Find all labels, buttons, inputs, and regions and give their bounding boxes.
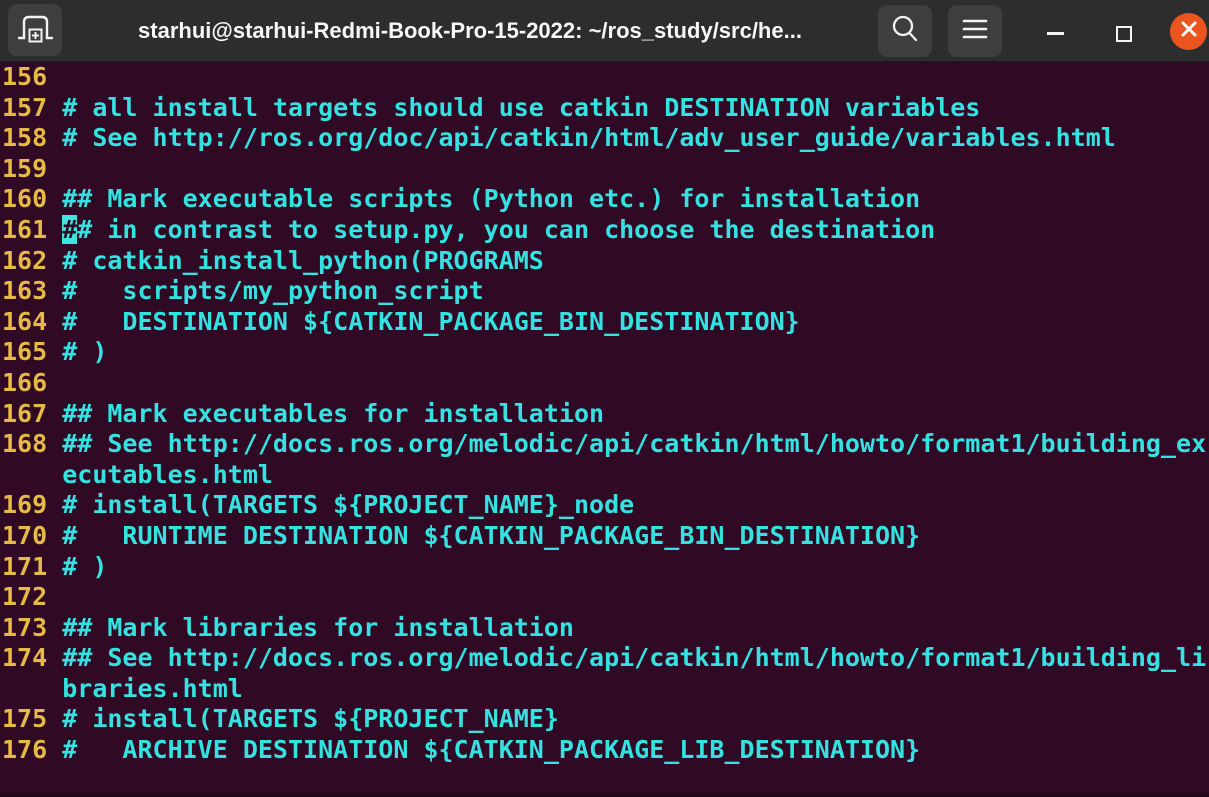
line-text: # install(TARGETS ${PROJECT_NAME} [62, 704, 559, 734]
menu-button[interactable] [948, 5, 1002, 57]
editor-row: 161 ## in contrast to setup.py, you can … [2, 214, 1209, 246]
line-number: 173 [2, 612, 63, 642]
line-number: 161 [2, 214, 63, 244]
minimize-button[interactable] [1047, 32, 1064, 35]
editor-rows: 156 157 # all install targets should use… [2, 62, 1209, 766]
editor-row: 173 ## Mark libraries for installation [2, 613, 1209, 644]
line-number: 157 [2, 92, 63, 122]
editor-row: 165 # ) [2, 337, 1209, 368]
editor-row: 167 ## Mark executables for installation [2, 399, 1209, 430]
terminal-content[interactable]: 156 157 # all install targets should use… [0, 62, 1209, 797]
line-text: ## Mark libraries for installation [62, 612, 574, 642]
line-text: # install(TARGETS ${PROJECT_NAME}_node [62, 490, 635, 520]
new-tab-icon [15, 11, 55, 50]
line-text: braries.html [62, 673, 243, 703]
line-number: 160 [2, 184, 63, 214]
editor-row: 162 # catkin_install_python(PROGRAMS [2, 246, 1209, 277]
line-number: 156 [2, 62, 63, 91]
hamburger-menu-icon [960, 16, 990, 47]
editor-row: 164 # DESTINATION ${CATKIN_PACKAGE_BIN_D… [2, 307, 1209, 338]
line-text: # RUNTIME DESTINATION ${CATKIN_PACKAGE_B… [62, 520, 921, 550]
editor-row: 170 # RUNTIME DESTINATION ${CATKIN_PACKA… [2, 521, 1209, 552]
line-number: 168 [2, 429, 63, 459]
line-number [2, 674, 62, 703]
terminal-window: starhui@starhui-Redmi-Book-Pro-15-2022: … [0, 0, 1209, 797]
window-title: starhui@starhui-Redmi-Book-Pro-15-2022: … [138, 18, 802, 43]
line-text: ecutables.html [62, 459, 273, 489]
line-number: 164 [2, 306, 63, 336]
line-number: 174 [2, 643, 63, 673]
editor-row: 176 # ARCHIVE DESTINATION ${CATKIN_PACKA… [2, 735, 1209, 766]
line-number: 169 [2, 490, 63, 520]
line-text: # ARCHIVE DESTINATION ${CATKIN_PACKAGE_L… [62, 735, 921, 765]
line-number: 175 [2, 704, 63, 734]
line-text: ## Mark executable scripts (Python etc.)… [62, 184, 921, 214]
line-text: # ) [62, 551, 108, 581]
line-number: 163 [2, 276, 63, 306]
window-titlebar: starhui@starhui-Redmi-Book-Pro-15-2022: … [0, 0, 1209, 62]
editor-row: 156 [2, 62, 1209, 93]
editor-row: 168 ## See http://docs.ros.org/melodic/a… [2, 429, 1209, 460]
editor-row: 160 ## Mark executable scripts (Python e… [2, 184, 1209, 215]
line-text: ## See http://docs.ros.org/melodic/api/c… [62, 643, 1207, 673]
line-number: 165 [2, 337, 63, 367]
maximize-button[interactable] [1116, 26, 1132, 42]
line-number: 167 [2, 398, 63, 428]
line-number: 159 [2, 153, 63, 183]
editor-row: braries.html [2, 674, 1209, 705]
editor-row: 158 # See http://ros.org/doc/api/catkin/… [2, 123, 1209, 154]
line-text: # See http://ros.org/doc/api/catkin/html… [62, 123, 1116, 153]
line-text: ## in contrast to setup.py, you can choo… [62, 214, 936, 244]
close-icon [1179, 19, 1199, 44]
editor-row: 157 # all install targets should use cat… [2, 93, 1209, 124]
line-text: # catkin_install_python(PROGRAMS [62, 245, 544, 275]
line-number [2, 460, 62, 489]
cursor-block: # [62, 214, 78, 244]
editor-row: 159 [2, 154, 1209, 185]
search-icon [888, 12, 922, 51]
editor-row: 172 [2, 582, 1209, 613]
line-number: 176 [2, 735, 63, 765]
line-text: ## Mark executables for installation [62, 398, 605, 428]
line-number: 170 [2, 520, 63, 550]
editor-row: 166 [2, 368, 1209, 399]
close-button[interactable] [1170, 13, 1207, 50]
line-number: 158 [2, 123, 63, 153]
editor-row: 174 ## See http://docs.ros.org/melodic/a… [2, 643, 1209, 674]
vim-status-line: 161,1 83% [2, 766, 1209, 797]
editor-row: 163 # scripts/my_python_script [2, 276, 1209, 307]
new-tab-button[interactable] [8, 4, 62, 56]
line-text: # ) [62, 337, 108, 367]
line-number: 172 [2, 582, 63, 612]
line-text: # DESTINATION ${CATKIN_PACKAGE_BIN_DESTI… [62, 306, 800, 336]
line-text: # all install targets should use catkin … [62, 92, 981, 122]
line-number: 162 [2, 245, 63, 275]
line-text: # scripts/my_python_script [62, 276, 484, 306]
editor-row: 175 # install(TARGETS ${PROJECT_NAME} [2, 704, 1209, 735]
line-text: ## See http://docs.ros.org/melodic/api/c… [62, 429, 1207, 459]
editor-row: 169 # install(TARGETS ${PROJECT_NAME}_no… [2, 490, 1209, 521]
editor-row: 171 # ) [2, 552, 1209, 583]
editor-row: ecutables.html [2, 460, 1209, 491]
search-button[interactable] [878, 5, 932, 57]
line-number: 166 [2, 367, 63, 397]
line-number: 171 [2, 551, 63, 581]
